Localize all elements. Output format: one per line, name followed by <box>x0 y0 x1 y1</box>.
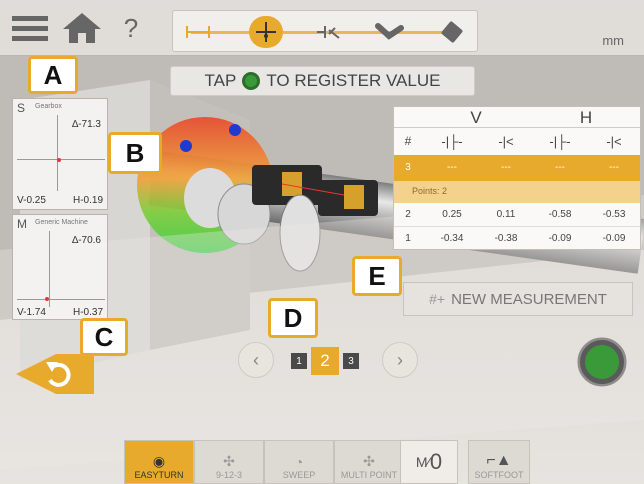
angular-icon: -|< <box>606 134 622 149</box>
column-header-row: # -|├- -|< -|├- -|< <box>394 127 640 155</box>
mode-easyturn[interactable]: ◉ EASYTURN <box>124 440 194 484</box>
card-v-value: V-1.74 <box>17 307 46 318</box>
row-h1: -0.58 <box>548 209 572 220</box>
counter-icon: M⁄ <box>415 454 430 470</box>
home-icon[interactable] <box>60 10 104 46</box>
mode-label: MULTI POINT <box>340 470 398 480</box>
sensor-card-m[interactable]: M Generic Machine ∆-70.6 V-1.74 H-0.37 <box>12 214 108 320</box>
mode-label: 9-12-3 <box>215 470 242 480</box>
softfoot-button[interactable]: ⌐▲ SOFTFOOT <box>468 440 530 484</box>
measurement-table: V H # -|├- -|< -|├- -|< 3 --- --- --- --… <box>393 106 641 250</box>
multipoint-icon: ✣ <box>363 453 375 469</box>
menu-icon[interactable] <box>10 12 50 44</box>
position-dot <box>57 158 61 162</box>
row-v1: --- <box>447 162 457 173</box>
mode-multipoint[interactable]: ✣ MULTI POINT <box>334 440 404 484</box>
crosshair-v <box>57 115 58 191</box>
unit-label: mm <box>602 33 624 48</box>
hint-post-text: TO REGISTER VALUE <box>266 71 441 90</box>
mode-label: EASYTURN <box>134 470 184 480</box>
callout-b: B <box>108 132 162 174</box>
add-measurement-icon: #+ <box>429 291 446 307</box>
row-h2: -0.53 <box>602 209 626 220</box>
card-h-value: H-0.19 <box>72 195 103 206</box>
card-v-value: V-0.25 <box>17 195 46 206</box>
row-h2: --- <box>609 162 619 173</box>
step-correct-icon[interactable] <box>373 16 407 48</box>
callout-d: D <box>268 298 318 338</box>
mode-label: SWEEP <box>282 470 316 480</box>
row-v2: --- <box>501 162 511 173</box>
prev-page-button[interactable]: ‹ <box>238 342 274 378</box>
group-v-label: V <box>470 108 482 127</box>
hint-pre-text: TAP <box>204 71 237 90</box>
card-h-value: H-0.37 <box>72 307 103 318</box>
group-h-label: H <box>579 108 593 127</box>
measurement-counter[interactable]: M⁄ 0 <box>400 440 458 484</box>
step-results-icon[interactable] <box>311 16 345 48</box>
next-page-button[interactable]: › <box>382 342 418 378</box>
clock-points-icon: ✣ <box>223 453 235 469</box>
new-measurement-label: NEW MEASUREMENT <box>451 290 607 308</box>
softfoot-label: SOFTFOOT <box>474 470 524 480</box>
row-h2: -0.09 <box>602 233 626 244</box>
hash-header: # <box>404 134 412 148</box>
table-row[interactable]: 2 0.25 0.11 -0.58 -0.53 <box>394 203 640 227</box>
softfoot-icon: ⌐▲ <box>486 452 512 469</box>
callout-a: A <box>28 56 78 94</box>
row-v2: -0.38 <box>494 233 518 244</box>
step-measure-icon[interactable] <box>249 16 283 48</box>
row-number: 2 <box>405 209 411 220</box>
help-icon[interactable]: ? <box>118 10 144 46</box>
position-dot <box>45 297 49 301</box>
mode-9-12-3[interactable]: ✣ 9-12-3 <box>194 440 264 484</box>
row-v2: 0.11 <box>496 209 516 220</box>
card-letter: M <box>17 217 27 231</box>
row-v1: -0.34 <box>440 233 464 244</box>
register-button[interactable] <box>580 340 624 384</box>
sweep-icon: ◔ <box>294 454 304 470</box>
crosshair-h <box>17 299 105 300</box>
card-letter: S <box>17 101 26 115</box>
crosshair-h <box>17 159 105 160</box>
step-report-icon[interactable] <box>435 16 469 48</box>
row-v1: 0.25 <box>442 209 462 220</box>
undo-button[interactable] <box>16 350 96 398</box>
points-label: Points: 2 <box>412 186 448 196</box>
callout-e: E <box>352 256 402 296</box>
crosshair-v <box>49 231 50 307</box>
card-angle: ∆-70.6 <box>72 235 101 246</box>
table-row[interactable]: 1 -0.34 -0.38 -0.09 -0.09 <box>394 227 640 251</box>
green-dot-icon <box>242 72 261 90</box>
card-label: Generic Machine <box>35 219 88 226</box>
card-label: Gearbox <box>35 103 62 110</box>
page-2[interactable]: 2 <box>311 347 339 375</box>
register-hint: TAP TO REGISTER VALUE <box>170 66 475 96</box>
coupling-icon: -|├- <box>441 134 463 149</box>
workflow-steps <box>172 10 478 52</box>
group-header-row: V H <box>394 107 640 127</box>
points-row: Points: 2 <box>394 181 640 203</box>
counter-value: 0 <box>429 449 443 474</box>
coupling-icon: -|├- <box>549 134 571 149</box>
angular-icon: -|< <box>498 134 514 149</box>
top-bar: ? mm <box>0 0 644 56</box>
active-row[interactable]: 3 --- --- --- --- <box>394 155 640 181</box>
row-h1: -0.09 <box>548 233 572 244</box>
page-1[interactable]: 1 <box>291 353 307 369</box>
row-number: 3 <box>405 162 411 173</box>
step-dimensions-icon[interactable] <box>181 16 215 48</box>
row-number: 1 <box>405 233 411 244</box>
row-h1: --- <box>555 162 565 173</box>
card-angle: ∆-71.3 <box>72 119 101 130</box>
mode-sweep[interactable]: ◔ SWEEP <box>264 440 334 484</box>
sensor-card-s[interactable]: S Gearbox ∆-71.3 V-0.25 H-0.19 <box>12 98 108 210</box>
page-3[interactable]: 3 <box>343 353 359 369</box>
new-measurement-button[interactable]: #+ NEW MEASUREMENT <box>403 282 633 316</box>
easyturn-icon: ◉ <box>152 453 166 469</box>
